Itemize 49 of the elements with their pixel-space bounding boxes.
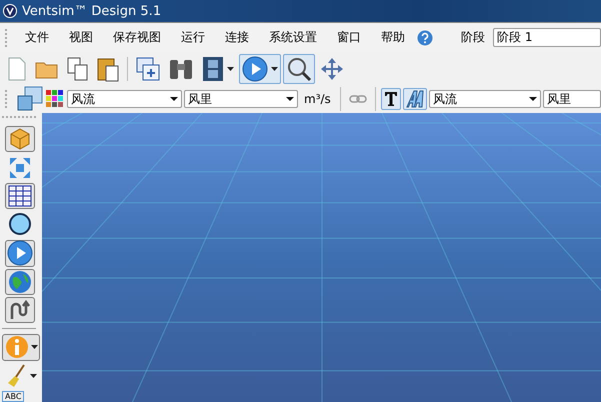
dropdown[interactable]: 风里 (184, 90, 298, 108)
toolbar-button[interactable] (283, 54, 315, 84)
menu-item[interactable]: 视图 (59, 29, 103, 46)
sidebar-tool-button[interactable] (5, 240, 35, 267)
play-icon (242, 56, 268, 82)
help-icon[interactable] (417, 30, 433, 46)
toolbar-button[interactable] (239, 54, 281, 84)
film-icon (202, 56, 224, 82)
circle-icon (8, 212, 32, 236)
scale-view-icon[interactable] (17, 86, 43, 112)
color-palette-icon[interactable] (45, 89, 65, 109)
dropdown[interactable]: 风里 (542, 90, 601, 108)
menu-item[interactable]: 窗口 (327, 29, 371, 46)
sidebar-tool-button[interactable] (5, 296, 35, 324)
stage-dropdown[interactable]: 阶段 1 (493, 28, 601, 47)
expand-arrows-icon (9, 156, 31, 179)
dropdown[interactable]: 风流 (67, 90, 182, 108)
table-icon (8, 184, 32, 207)
menu-item[interactable]: 保存视图 (103, 29, 171, 46)
menu-item[interactable]: 帮助 (371, 29, 415, 46)
blank-page-icon (7, 56, 27, 80)
abc-label[interactable]: ABC (2, 391, 24, 402)
app-logo-icon (3, 4, 17, 18)
wave-arrow-icon (9, 299, 31, 322)
globe-icon (8, 270, 32, 294)
magnifier-icon (286, 56, 312, 82)
sidebar-tool-button[interactable] (5, 182, 35, 210)
info-icon (4, 335, 28, 360)
menu-item[interactable]: 系统设置 (259, 29, 327, 46)
unit-label: m³/s (304, 92, 331, 106)
menu-item[interactable]: 连接 (215, 29, 259, 46)
text-toggle-button[interactable] (380, 88, 401, 110)
chain-link-icon (348, 94, 367, 104)
bold-t-icon (384, 91, 398, 107)
copy-icon (67, 56, 89, 80)
binoculars-icon (168, 58, 194, 80)
dropdown[interactable]: 风流 (428, 90, 541, 108)
menu-item[interactable]: 运行 (171, 29, 215, 46)
window-title: Ventsim™ Design 5.1 (22, 4, 162, 18)
font-button[interactable] (402, 88, 427, 110)
cube-icon (8, 127, 32, 152)
clipboard-icon (97, 56, 119, 82)
font-style-icon (406, 90, 424, 108)
broom-icon (6, 364, 28, 388)
stage-label: 阶段 (461, 29, 485, 46)
play-icon (7, 240, 33, 266)
windows-icon (136, 56, 160, 80)
move-arrows-icon (320, 56, 344, 80)
menu-item[interactable]: 文件 (15, 29, 59, 46)
